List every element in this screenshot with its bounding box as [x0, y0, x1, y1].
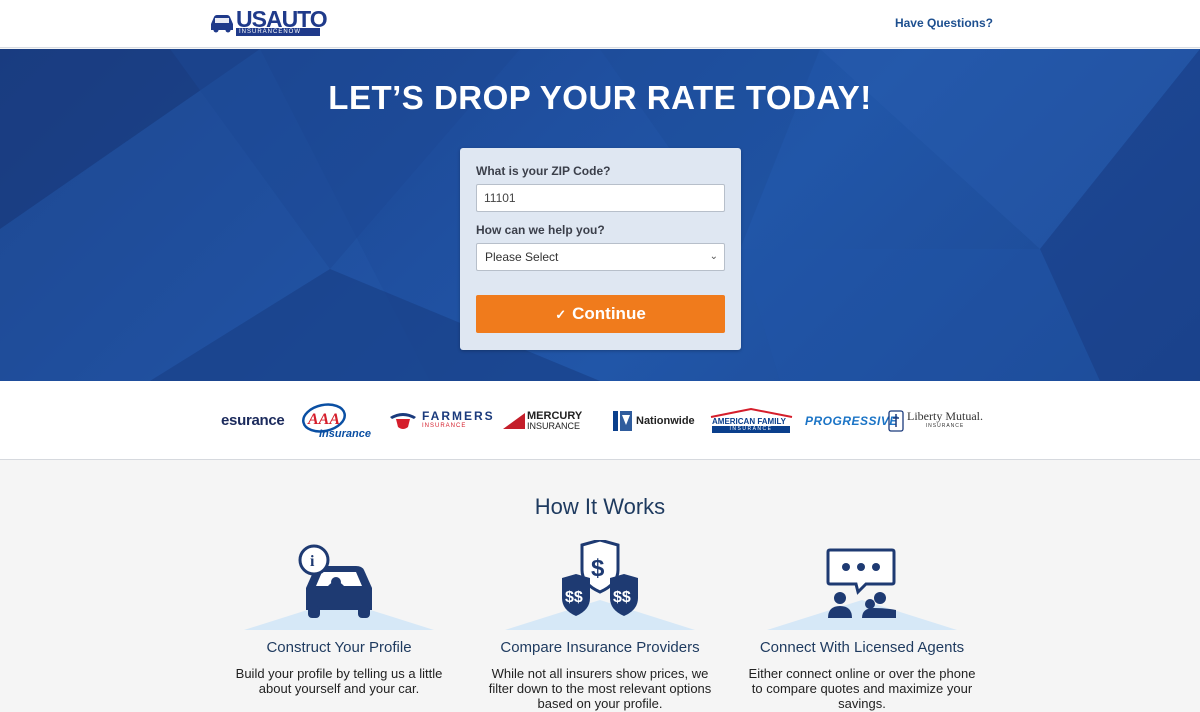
step-illustration: $ $$ $$	[505, 540, 695, 630]
zip-input[interactable]	[476, 184, 725, 212]
mercury-wing-icon	[503, 412, 525, 429]
info-car-icon: i	[298, 544, 372, 618]
car-icon	[211, 15, 233, 33]
esurance-logo: esurance	[221, 412, 285, 429]
have-questions-link[interactable]: Have Questions?	[895, 16, 993, 30]
dollar-shields-icon: $ $$ $$	[562, 540, 638, 616]
svg-text:$$: $$	[565, 589, 583, 606]
svg-text:$$: $$	[613, 589, 631, 606]
step-description: Build your profile by telling us a littl…	[235, 666, 443, 696]
farmers-shield-icon	[390, 412, 416, 429]
hero-section: LET’S DROP YOUR RATE TODAY! What is your…	[0, 49, 1200, 381]
zip-label: What is your ZIP Code?	[476, 164, 611, 178]
quote-form: What is your ZIP Code? How can we help y…	[460, 148, 741, 350]
continue-label: Continue	[572, 304, 646, 323]
site-header: USAUTO INSURANCENOW Have Questions?	[0, 0, 1200, 48]
american-family-logo: AMERICAN FAMILY INSURANCE	[710, 381, 793, 460]
step-description: Either connect online or over the phone …	[748, 666, 976, 711]
svg-text:i: i	[310, 553, 315, 570]
step-title: Connect With Licensed Agents	[759, 639, 965, 656]
hero-title: LET’S DROP YOUR RATE TODAY!	[328, 79, 872, 116]
step-illustration: i	[244, 540, 434, 630]
nationwide-logo: Nationwide	[613, 381, 695, 460]
chat-people-icon	[826, 548, 896, 618]
continue-button[interactable]: ✓ Continue	[476, 295, 725, 333]
step-connect-agents: Connect With Licensed Agents Either conn…	[737, 540, 987, 711]
step-compare-providers: $ $$ $$ Compare Insurance Providers Whil…	[475, 540, 725, 711]
step-illustration	[767, 540, 957, 630]
help-select[interactable]: Please Select ⌄	[476, 243, 725, 271]
nationwide-eagle-icon	[613, 410, 632, 431]
progressive-logo: PROGRESSIVE	[805, 413, 898, 428]
step-title: Compare Insurance Providers	[500, 639, 700, 656]
step-title: Construct Your Profile	[266, 639, 412, 656]
step-description: While not all insurers show prices, we f…	[488, 666, 712, 711]
help-label: How can we help you?	[476, 223, 605, 237]
usauto-logo[interactable]: USAUTO INSURANCENOW	[209, 7, 328, 38]
step-construct-profile: i Construct Your Profile Build your prof…	[214, 540, 464, 696]
mercury-logo: MERCURY INSURANCE	[503, 381, 582, 460]
check-icon: ✓	[555, 307, 567, 322]
liberty-mutual-logo: Liberty Mutual. INSURANCE	[888, 381, 983, 460]
farmers-logo: FARMERS INSURANCE	[388, 381, 495, 460]
logo-subtitle: INSURANCENOW	[236, 28, 320, 36]
svg-text:AAA: AAA	[307, 411, 340, 428]
insurer-logos: esurance AAA Insurance FARMERS INSURANCE…	[0, 381, 1200, 460]
chevron-down-icon: ⌄	[709, 251, 718, 262]
how-it-works-title: How It Works	[534, 494, 666, 519]
statue-of-liberty-icon	[888, 409, 904, 432]
aaa-logo: AAA Insurance	[302, 381, 374, 460]
svg-text:$: $	[591, 555, 605, 582]
help-select-value: Please Select	[485, 250, 559, 264]
